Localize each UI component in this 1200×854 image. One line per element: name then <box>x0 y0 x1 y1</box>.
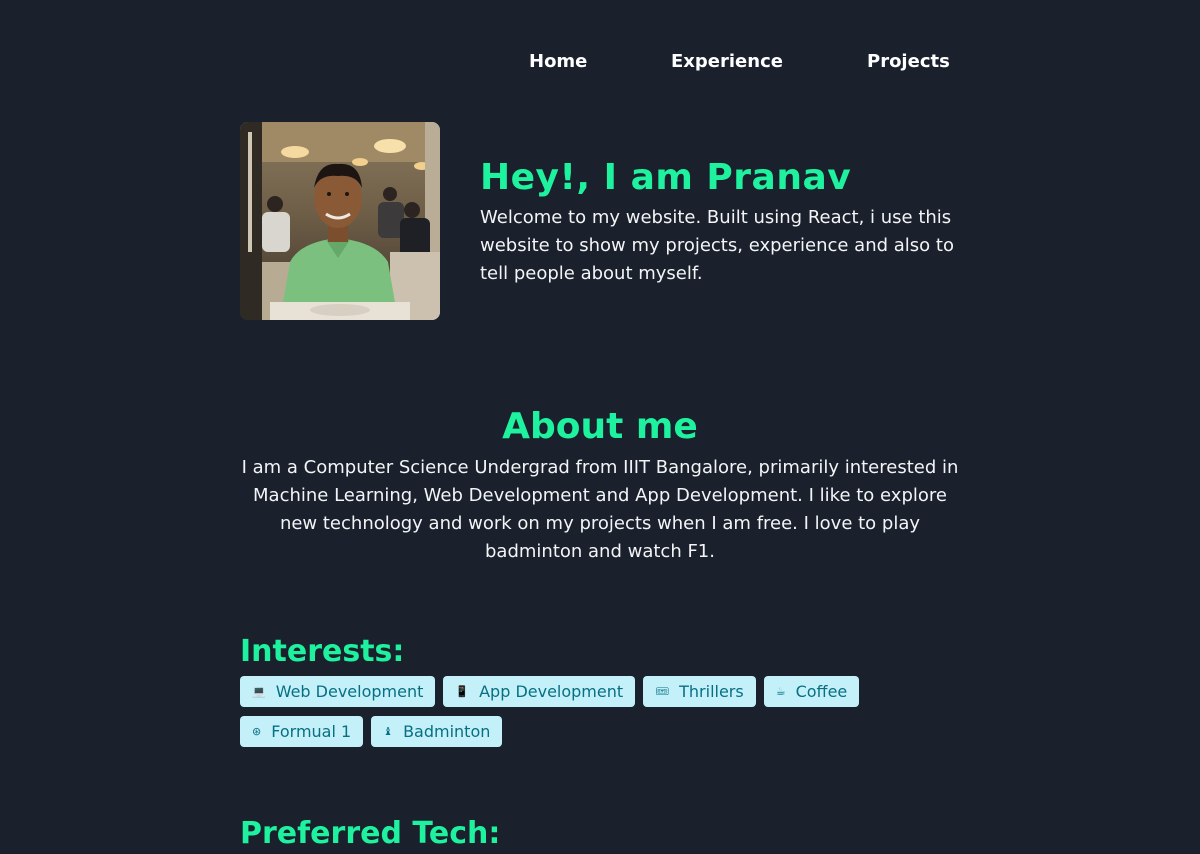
interest-tag-thrillers: 🎟 Thrillers <box>643 676 756 707</box>
about-title: About me <box>502 406 698 447</box>
preferred-tech-section: Preferred Tech: <box>240 814 960 854</box>
interest-tag-label: App Development <box>479 682 624 701</box>
interest-tag-badminton: ♝ Badminton <box>371 716 503 747</box>
top-nav: Home Experience Projects <box>0 0 1200 122</box>
ticket-icon: 🎟 <box>655 685 670 698</box>
interest-tag-label: Web Development <box>275 682 424 701</box>
phone-icon: 📱 <box>455 685 470 698</box>
badminton-icon: ♝ <box>383 725 394 738</box>
steering-wheel-icon: ⊛ <box>252 725 262 738</box>
coffee-icon: ☕ <box>775 685 786 698</box>
interest-tag-label: Badminton <box>403 722 491 741</box>
about-body: I am a Computer Science Undergrad from I… <box>241 457 959 562</box>
interest-tag-app-development: 📱 App Development <box>443 676 636 707</box>
profile-photo-illustration <box>240 122 440 320</box>
interest-tag-label: Formual 1 <box>271 722 352 741</box>
interest-tag-label: Thrillers <box>679 682 744 701</box>
interest-tag-coffee: ☕ Coffee <box>763 676 860 707</box>
preferred-tech-title: Preferred Tech: <box>240 816 501 851</box>
hero-text: Hey!, I am Pranav Welcome to my website.… <box>480 156 960 288</box>
interest-tag-label: Coffee <box>795 682 848 701</box>
hero-description: Welcome to my website. Built using React… <box>480 207 954 284</box>
interests-title: Interests: <box>240 634 405 669</box>
interest-tags: 💻 Web Development 📱 App Development 🎟 Th… <box>240 676 860 747</box>
interest-tag-web-development: 💻 Web Development <box>240 676 436 707</box>
nav-projects-link[interactable]: Projects <box>867 50 950 74</box>
about-section: About me I am a Computer Science Undergr… <box>240 404 960 566</box>
hero-title: Hey!, I am Pranav <box>480 157 852 198</box>
nav-experience-link[interactable]: Experience <box>671 50 783 74</box>
laptop-icon: 💻 <box>252 685 266 698</box>
nav-home-link[interactable]: Home <box>529 50 587 74</box>
interest-tag-formula-1: ⊛ Formual 1 <box>240 716 364 747</box>
interests-section: Interests: 💻 Web Development 📱 App Devel… <box>240 632 960 747</box>
hero-section: Hey!, I am Pranav Welcome to my website.… <box>240 122 960 320</box>
profile-photo <box>240 122 440 320</box>
